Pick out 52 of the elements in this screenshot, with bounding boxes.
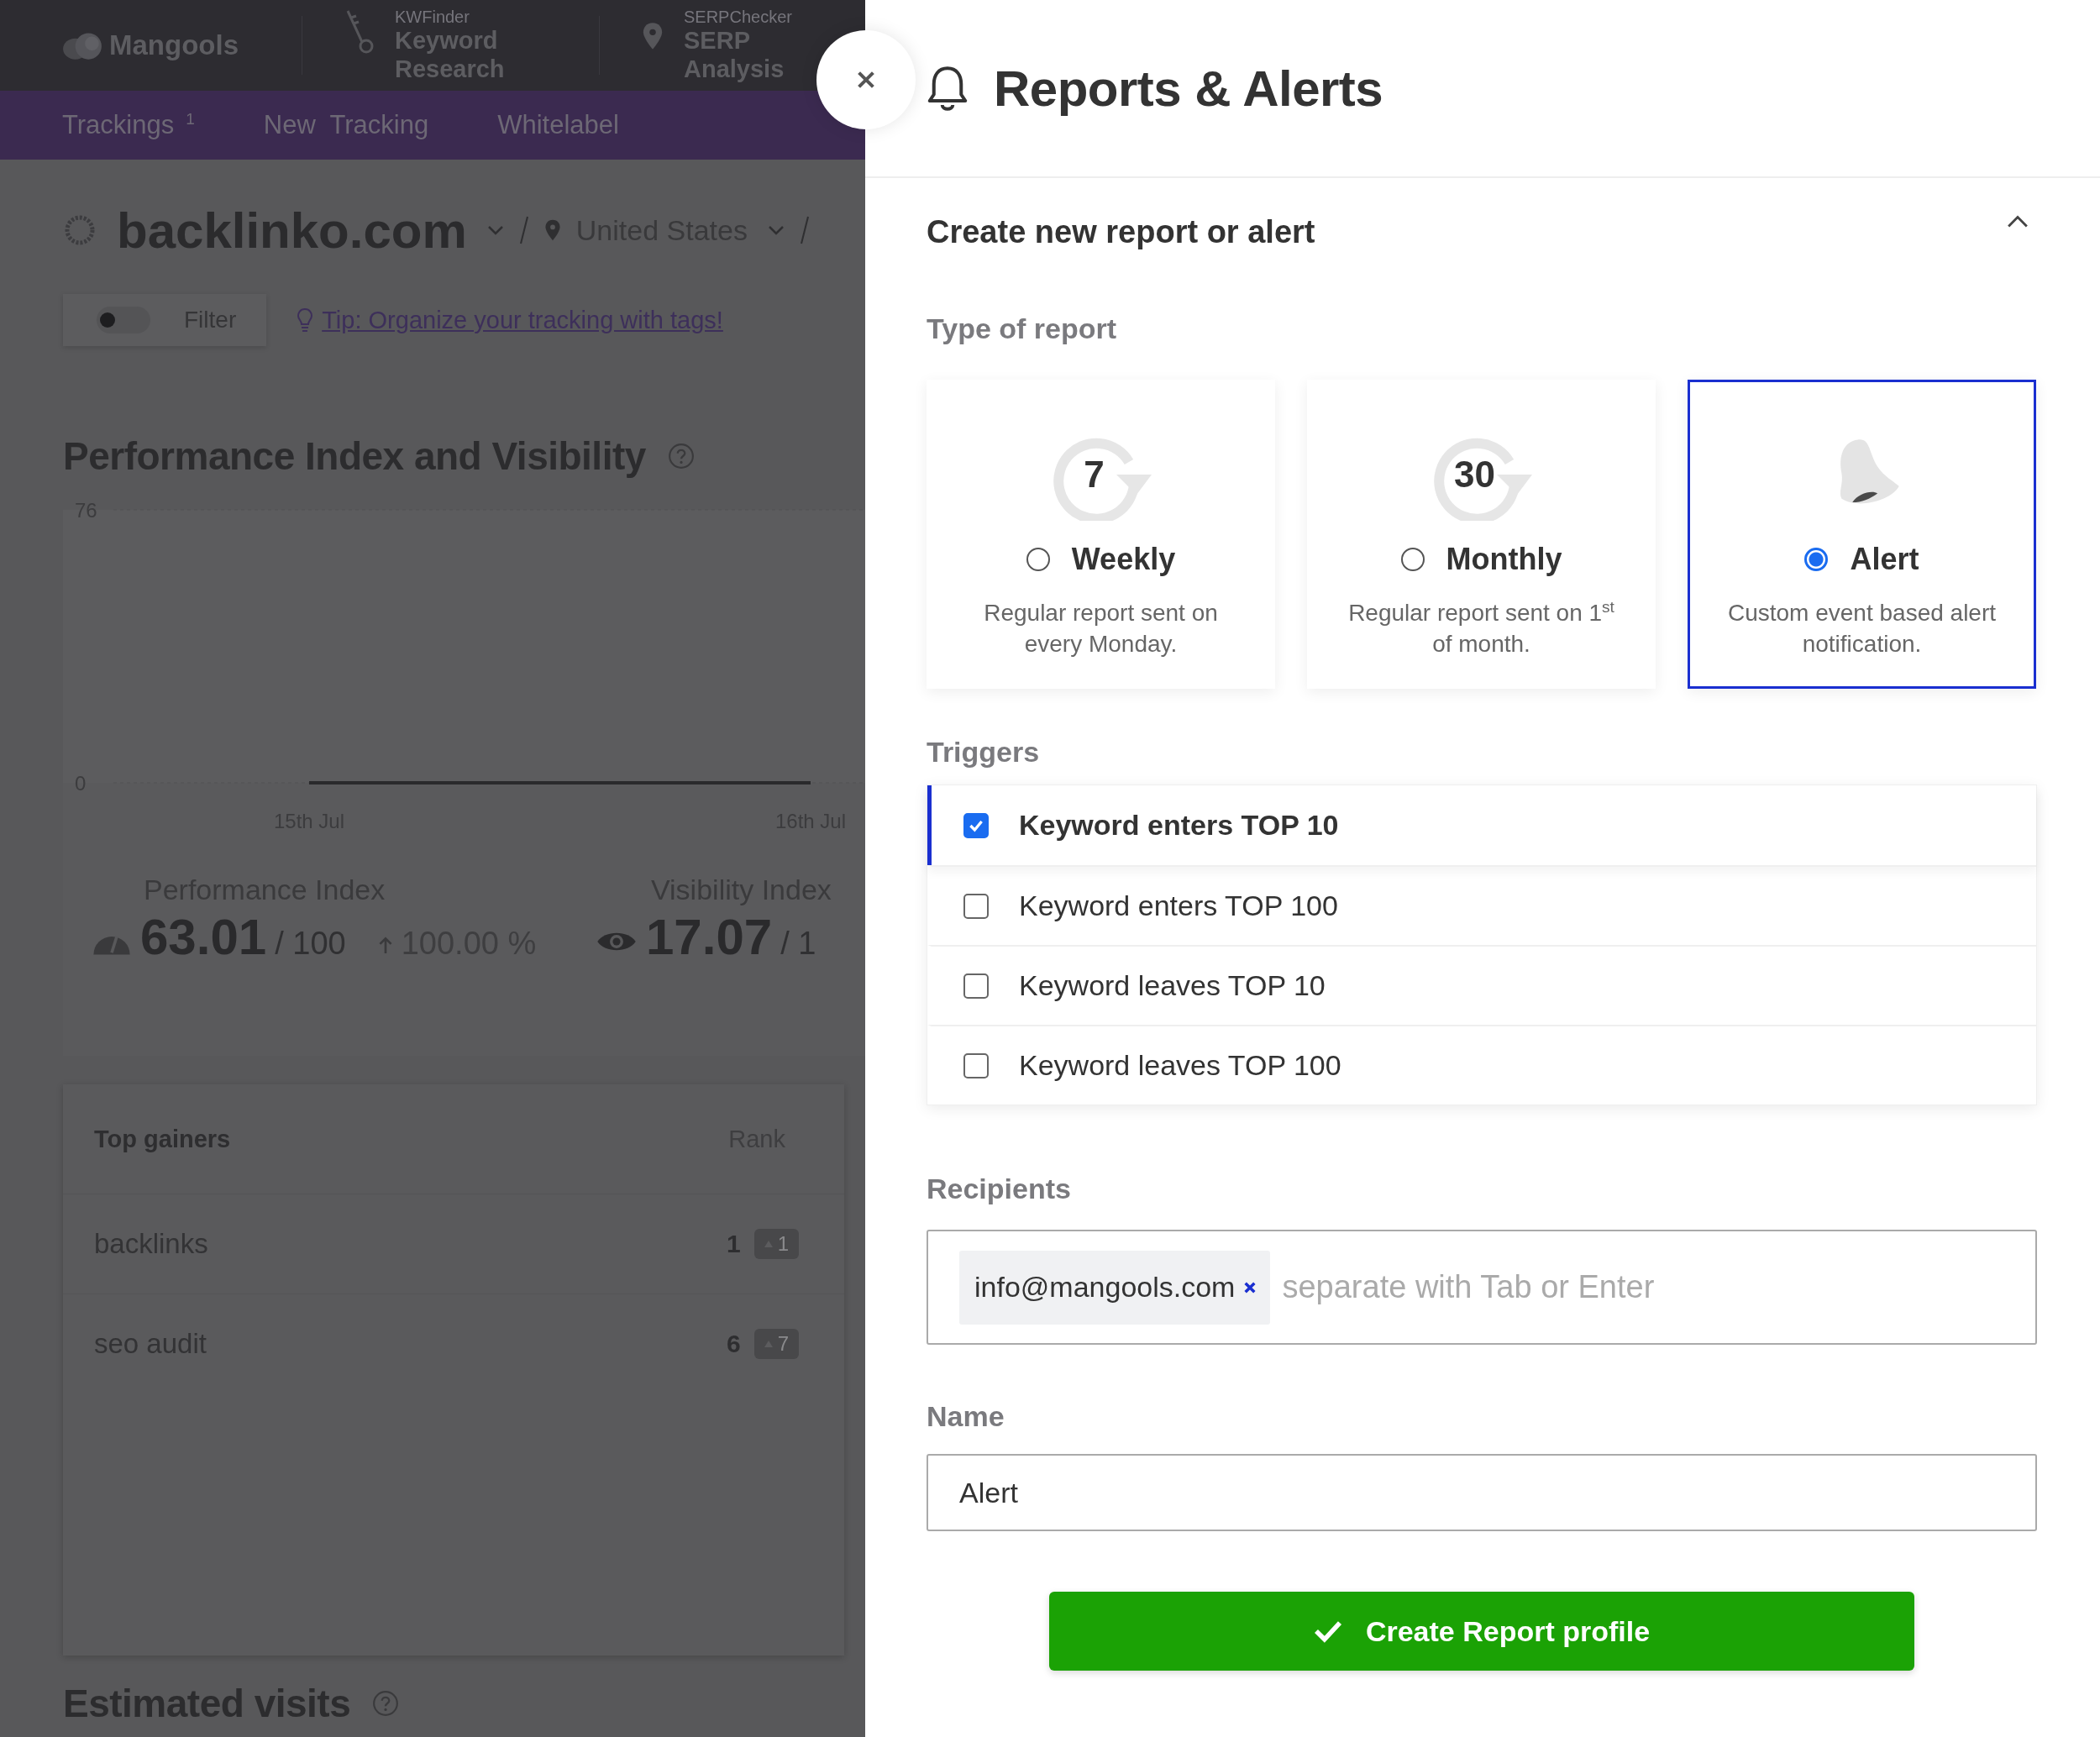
checkmark-icon [1313, 1619, 1342, 1643]
checkbox[interactable] [963, 893, 989, 919]
spinner-icon [63, 213, 97, 247]
bell-icon [927, 64, 969, 113]
report-type-name: Weekly [1071, 542, 1176, 577]
field-label: Type of report [927, 312, 1118, 346]
nav-tab[interactable]: Whitelabel [497, 110, 619, 140]
calendar-day-number: 30 [1453, 454, 1496, 496]
trigger-option[interactable]: Keyword enters TOP 100 [927, 865, 2036, 945]
checkbox[interactable] [963, 1052, 989, 1078]
recipient-input[interactable]: separate with Tab or Enter [1280, 1268, 2035, 1306]
report-type-card[interactable]: Alert Custom event based alert notification. [1688, 380, 2036, 689]
report-type-name: Monthly [1446, 542, 1562, 577]
field-label: Recipients [927, 1173, 1072, 1206]
rank-change-badge: 7 [753, 1329, 799, 1359]
slash-separator-icon [518, 215, 529, 245]
arrow-up-icon [377, 936, 393, 954]
checkbox[interactable] [963, 812, 989, 838]
panel-title: Reports & Alerts [994, 59, 1383, 118]
nav-tab[interactable]: Trackings $^{1}$ [62, 109, 195, 141]
report-type-description: Regular report sent on 1$^{st}$ of month. [1347, 597, 1615, 659]
report-type-name: Alert [1850, 542, 1919, 577]
radio-button[interactable] [1026, 548, 1050, 571]
tool-caption: SERPChecker [684, 8, 792, 26]
create-report-button[interactable]: Create Report profile [1049, 1592, 1914, 1671]
trigger-option[interactable]: Keyword leaves TOP 100 [927, 1025, 2036, 1105]
chevron-up-icon[interactable] [2007, 215, 2029, 228]
field-label: Name [927, 1400, 1005, 1434]
recipients-field[interactable]: info@mangools.com separate with Tab or Enter [927, 1230, 2037, 1345]
close-icon [856, 70, 876, 90]
report-type-description: Regular report sent on every Monday. [983, 599, 1219, 659]
tab-count: 1 [186, 109, 195, 128]
section-title: Create new report or alert [927, 213, 1315, 250]
name-field[interactable]: Alert [927, 1454, 2037, 1531]
radio-button[interactable] [1400, 548, 1425, 571]
calendar-day-number: 7 [1083, 454, 1105, 496]
checkbox[interactable] [963, 973, 989, 999]
recipient-email: info@mangools.com [974, 1271, 1236, 1304]
rank-change-badge: 1 [753, 1229, 799, 1259]
map-pin-icon [642, 21, 664, 51]
radio-button[interactable] [1804, 548, 1829, 571]
field-label: Triggers [927, 736, 1041, 769]
report-type-card[interactable]: 7 Weekly Regular report sent on every Monday. [927, 380, 1275, 689]
remove-icon[interactable] [1243, 1280, 1257, 1294]
tool-caption: KWFinder [395, 8, 470, 26]
report-type-card[interactable]: 30 Monthly Regular report sent on 1$^{st}$ of month. [1307, 380, 1656, 689]
trigger-option[interactable]: Keyword leaves TOP 10 [927, 945, 2036, 1025]
report-type-description: Custom event based alert notification. [1727, 599, 1997, 659]
lightbulb-icon [297, 307, 314, 333]
map-pin-icon [543, 218, 561, 242]
nav-tab[interactable]: New Tracking [263, 110, 429, 140]
slash-separator-icon [799, 215, 810, 245]
